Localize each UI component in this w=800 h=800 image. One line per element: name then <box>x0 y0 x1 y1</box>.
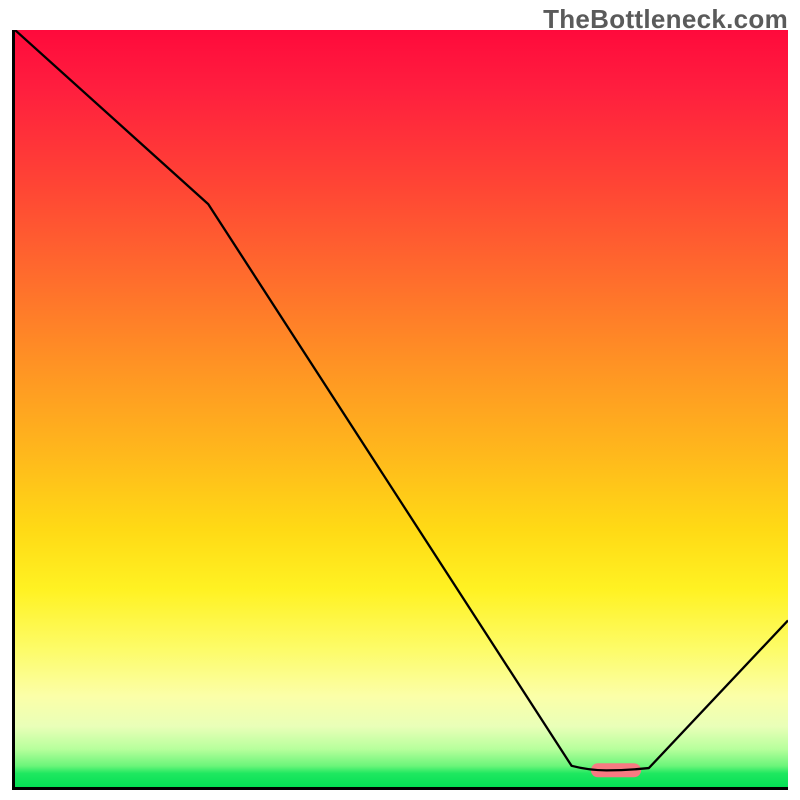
plot-area <box>12 30 788 790</box>
chart-stage: TheBottleneck.com <box>0 0 800 800</box>
curve-svg <box>15 30 788 787</box>
bottleneck-curve <box>15 30 788 770</box>
